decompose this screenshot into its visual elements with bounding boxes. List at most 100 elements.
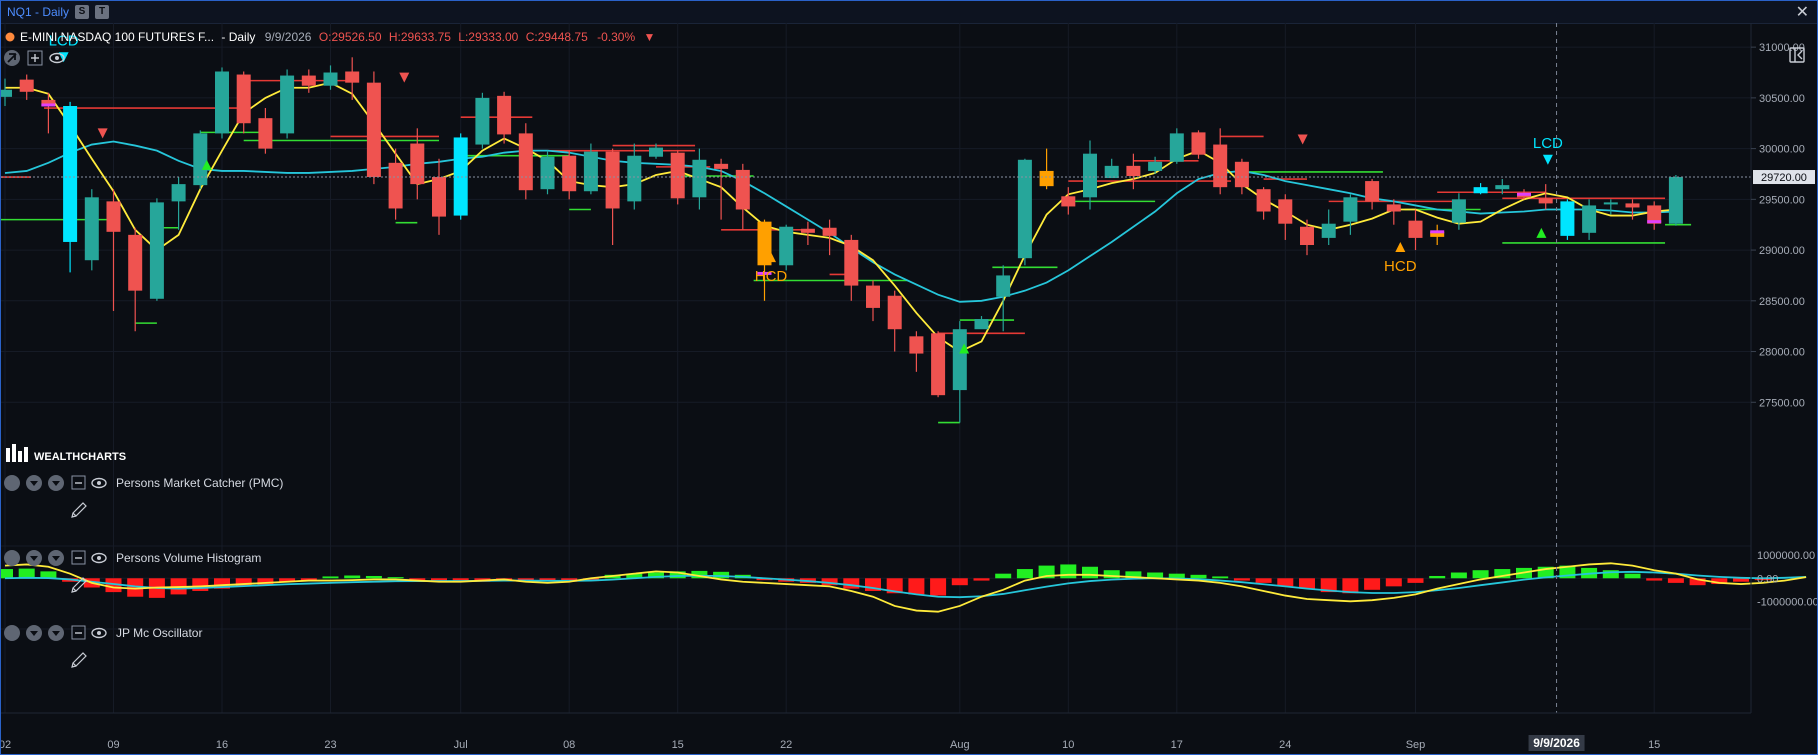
settings-icon: [4, 475, 20, 491]
candle-body: [1191, 132, 1206, 155]
time-axis[interactable]: 02 09 16 23 Jul 08 15 22 Aug 10 17 24 Sep 15: [1, 739, 1660, 751]
candle-body: [822, 227, 837, 236]
candle-body: [1560, 201, 1575, 236]
histogram-bar: [1667, 578, 1684, 583]
candle-body: [1386, 204, 1401, 212]
candles-layer: [1, 57, 1683, 423]
signal-triangle-down: [1542, 154, 1553, 165]
svg-text:WEALTHCHARTS: WEALTHCHARTS: [34, 451, 126, 463]
svg-text:E-MINI NASDAQ 100 FUTURES F...: E-MINI NASDAQ 100 FUTURES F... - Daily 9…: [20, 30, 655, 44]
candle-body: [366, 82, 381, 178]
candle-body: [1234, 161, 1249, 188]
candle-body: [215, 71, 229, 134]
window-title[interactable]: NQ1 - Daily: [7, 5, 69, 19]
chart-canvas[interactable]: LCDHCDHCDLCD 31000.0030500.0030000.00295…: [1, 23, 1817, 754]
fast-moving-average: [5, 81, 1676, 353]
price-tick-label: 28000.00: [1759, 347, 1805, 359]
candle-body: [1538, 198, 1553, 204]
price-tick-label: 30500.00: [1759, 93, 1805, 105]
indicator-name: JP Mc Oscillator: [116, 626, 202, 640]
symbol-legend: E-MINI NASDAQ 100 FUTURES F... - Daily 9…: [4, 30, 655, 66]
candle-body: [562, 155, 577, 192]
legend-open: O:29526.50: [319, 30, 382, 44]
histogram-bar: [1255, 578, 1272, 583]
badge-t[interactable]: T: [95, 5, 110, 19]
histogram-bar: [1472, 570, 1489, 579]
signal-triangle-down: [399, 72, 410, 83]
candle-body: [1061, 196, 1076, 207]
histogram-bar: [973, 578, 990, 581]
time-tick-label: 10: [1062, 739, 1074, 751]
histogram-bar: [322, 576, 339, 579]
price-tick-label: 29500.00: [1759, 194, 1805, 206]
candle-body: [1603, 202, 1618, 205]
price-axis[interactable]: 31000.0030500.0030000.0029500.0029000.00…: [1751, 42, 1805, 409]
candle-body: [1169, 133, 1184, 162]
candle-body: [1473, 187, 1488, 194]
candle-body: [258, 118, 273, 149]
candle-body: [475, 97, 490, 145]
legend-settings-icon[interactable]: [4, 50, 20, 66]
candle-body: [301, 75, 316, 86]
brand-wealth: WEALTH: [34, 451, 80, 463]
candle-body: [1343, 197, 1358, 222]
candle-body: [323, 72, 338, 86]
symbol-name: E-MINI NASDAQ 100 FUTURES F...: [20, 30, 214, 44]
candle-body: [432, 177, 446, 217]
candle-body: [128, 234, 143, 291]
candle-body: [887, 295, 902, 330]
candle-body: [1321, 223, 1336, 238]
candle-body: [1126, 165, 1141, 177]
histogram-bar: [365, 575, 382, 579]
time-tick-label: 09: [107, 739, 119, 751]
edit-icon: [71, 652, 87, 668]
candle-body: [714, 163, 729, 169]
candle-body: [453, 137, 468, 216]
moving-averages: [4, 81, 1676, 353]
settings-icon: [4, 625, 20, 641]
candle-body: [1300, 226, 1314, 245]
candle-body: [1, 89, 12, 97]
candle-body: [63, 105, 78, 242]
chart-window: NQ1 - Daily S T ✕ LCD HCD HCD LCD 31000.00 3…: [0, 0, 1818, 755]
candle-body: [540, 156, 555, 190]
candle-body: [649, 147, 663, 157]
histogram-bar: [951, 578, 968, 586]
candle-body: [779, 226, 794, 266]
time-tick-label: 23: [324, 739, 336, 751]
candle-body: [844, 239, 859, 286]
badge-s[interactable]: S: [75, 5, 90, 19]
time-tick-label: 22: [780, 739, 792, 751]
crosshair-date-label: 9/9/2026: [1533, 736, 1580, 750]
candle-body: [1408, 220, 1423, 238]
signal-triangle-up: [1395, 242, 1406, 253]
close-icon[interactable]: ✕: [1796, 2, 1809, 22]
brand-charts: CHARTS: [80, 451, 126, 463]
candle-body: [931, 333, 946, 396]
legend-add-icon[interactable]: [27, 50, 43, 66]
signal-label: HCD: [1384, 258, 1417, 275]
candle-body: [84, 197, 99, 261]
histogram-bar: [995, 573, 1012, 579]
histogram-bar: [1407, 578, 1424, 583]
symbol-status-icon: [5, 32, 15, 42]
candle-body: [627, 155, 642, 202]
time-tick-label: 02: [1, 739, 11, 751]
histogram-bar: [1, 569, 13, 579]
legend-low: L:29333.00: [458, 30, 518, 44]
settings-icon: [4, 550, 20, 566]
candle-body: [19, 79, 34, 92]
candle-body: [1278, 199, 1293, 224]
time-tick-label: 15: [672, 739, 684, 751]
candle-body: [518, 133, 533, 191]
candle-body: [280, 75, 295, 134]
price-tick-label: 27500.00: [1759, 397, 1805, 409]
histogram-bar: [1060, 564, 1077, 579]
candle-body: [1039, 170, 1054, 187]
price-tick-label: 29000.00: [1759, 245, 1805, 257]
candle-body: [952, 329, 967, 391]
candle-body: [1365, 181, 1380, 202]
edit-icon: [71, 502, 87, 518]
oscillator-fast-line: [4, 562, 1807, 613]
oscillator-slow-line: [4, 570, 1807, 599]
